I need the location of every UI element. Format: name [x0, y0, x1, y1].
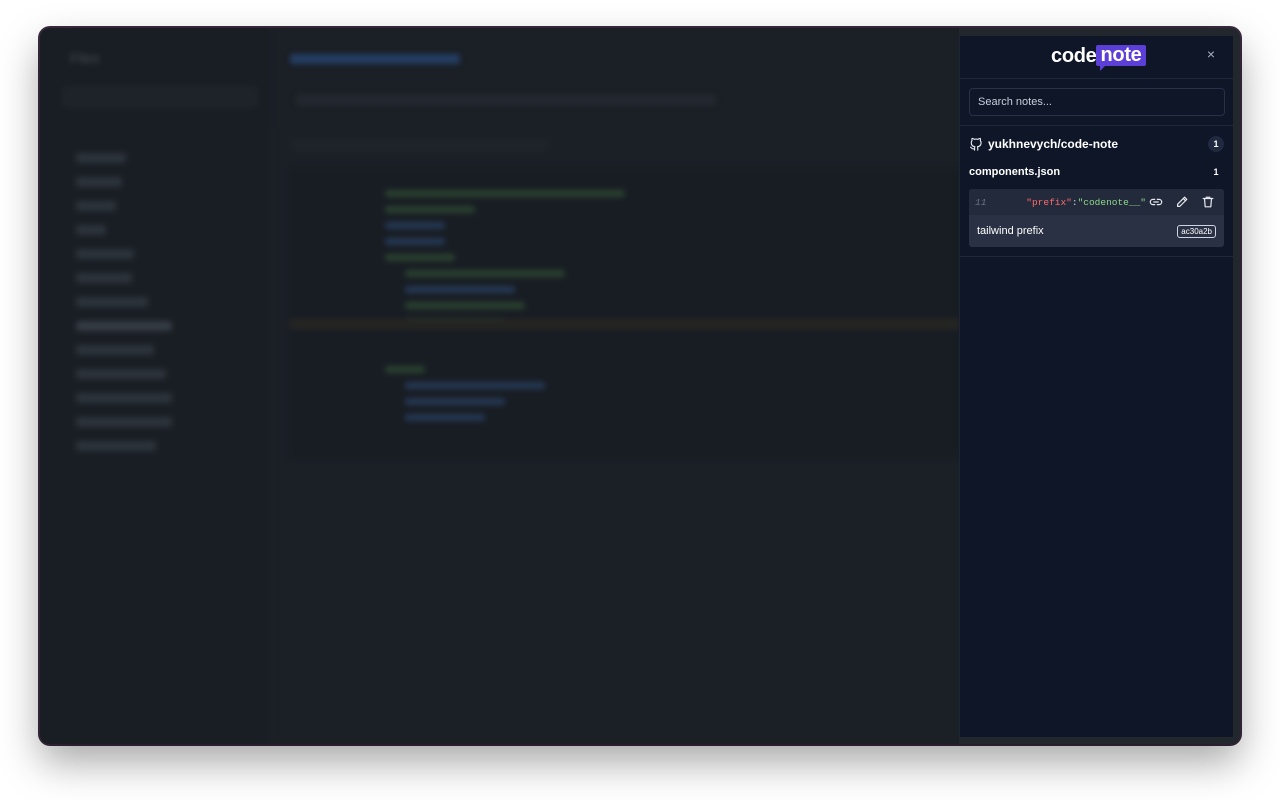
- note-body: tailwind prefix ac30a2b: [969, 215, 1224, 247]
- codenote-panel: code note × yukhnevych/code-note 1 compo…: [959, 36, 1233, 737]
- panel-header: code note ×: [960, 36, 1233, 79]
- note-text: tailwind prefix: [977, 225, 1044, 237]
- background-overlay: [40, 28, 959, 744]
- repo-header[interactable]: yukhnevych/code-note 1: [969, 126, 1224, 162]
- app-window: Files code note × Search notes... yukhne…: [40, 28, 1240, 744]
- link-icon: [1149, 198, 1163, 206]
- line-number: 11: [975, 196, 987, 208]
- note-actions: [1146, 192, 1218, 212]
- codenote-logo: code note: [1051, 45, 1146, 71]
- delete-note-button[interactable]: [1198, 192, 1218, 212]
- close-icon: ×: [1206, 46, 1216, 62]
- search-area: [960, 79, 1233, 126]
- repo-note-count-badge: 1: [1208, 136, 1224, 152]
- commit-hash-badge[interactable]: ac30a2b: [1177, 224, 1216, 238]
- file-name: components.json: [969, 166, 1061, 178]
- close-button[interactable]: ×: [1203, 46, 1219, 62]
- file-note-count: 1: [1213, 167, 1219, 177]
- file-row[interactable]: components.json 1: [969, 162, 1224, 182]
- search-notes-input[interactable]: [969, 88, 1225, 116]
- logo-code-text: code: [1051, 45, 1097, 67]
- code-value: "codenote__": [1077, 196, 1146, 208]
- edit-note-button[interactable]: [1172, 192, 1192, 212]
- copy-link-button[interactable]: [1146, 192, 1166, 212]
- logo-note-text: note: [1096, 45, 1146, 71]
- code-key: "prefix": [1026, 196, 1072, 208]
- github-icon: [970, 137, 982, 151]
- pencil-icon: [1177, 196, 1188, 207]
- repo-name: yukhnevych/code-note: [988, 137, 1119, 151]
- note-card: 11 "prefix" : "codenote__" tailwind pref…: [969, 189, 1224, 247]
- note-code-snippet[interactable]: 11 "prefix" : "codenote__": [969, 189, 1224, 215]
- repo-section: yukhnevych/code-note 1 components.json 1…: [960, 126, 1233, 257]
- trash-icon: [1202, 196, 1214, 208]
